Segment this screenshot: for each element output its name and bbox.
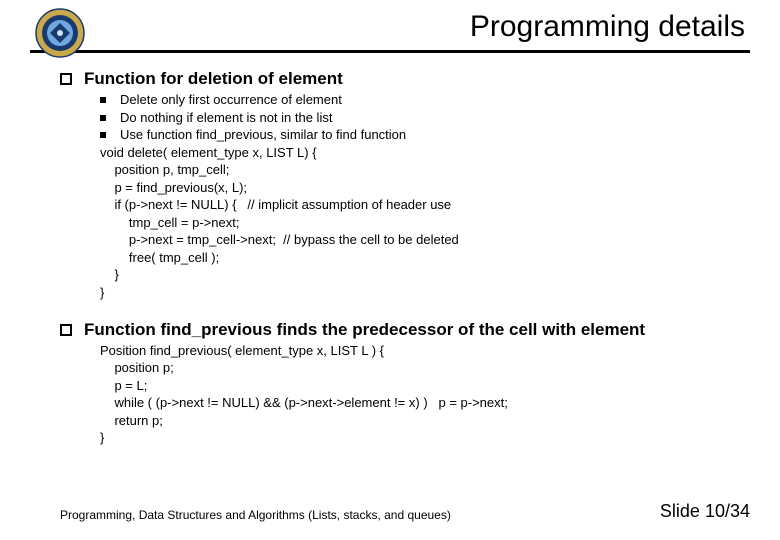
code-block: void delete( element_type x, LIST L) { p… xyxy=(100,144,750,302)
sub-bullet-icon xyxy=(100,132,106,138)
section-delete: Function for deletion of element Delete … xyxy=(30,69,750,302)
slide-number: Slide 10/34 xyxy=(660,501,750,522)
sub-bullet-icon xyxy=(100,97,106,103)
square-bullet-icon xyxy=(60,73,72,85)
bullet-text: Use function find_previous, similar to f… xyxy=(120,126,406,144)
section-heading: Function find_previous finds the predece… xyxy=(84,320,645,340)
footer: Programming, Data Structures and Algorit… xyxy=(60,501,750,522)
code-block: Position find_previous( element_type x, … xyxy=(100,342,750,447)
seal-logo-icon xyxy=(35,8,85,58)
square-bullet-icon xyxy=(60,324,72,336)
section-heading: Function for deletion of element xyxy=(84,69,343,89)
footer-left: Programming, Data Structures and Algorit… xyxy=(60,508,451,522)
section-find-previous: Function find_previous finds the predece… xyxy=(30,320,750,447)
bullet-text: Delete only first occurrence of element xyxy=(120,91,342,109)
slide-title: Programming details xyxy=(30,10,750,44)
sub-bullet-icon xyxy=(100,115,106,121)
bullet-text: Do nothing if element is not in the list xyxy=(120,109,332,127)
title-rule xyxy=(30,50,750,53)
slide: Programming details Function for deletio… xyxy=(0,0,780,447)
